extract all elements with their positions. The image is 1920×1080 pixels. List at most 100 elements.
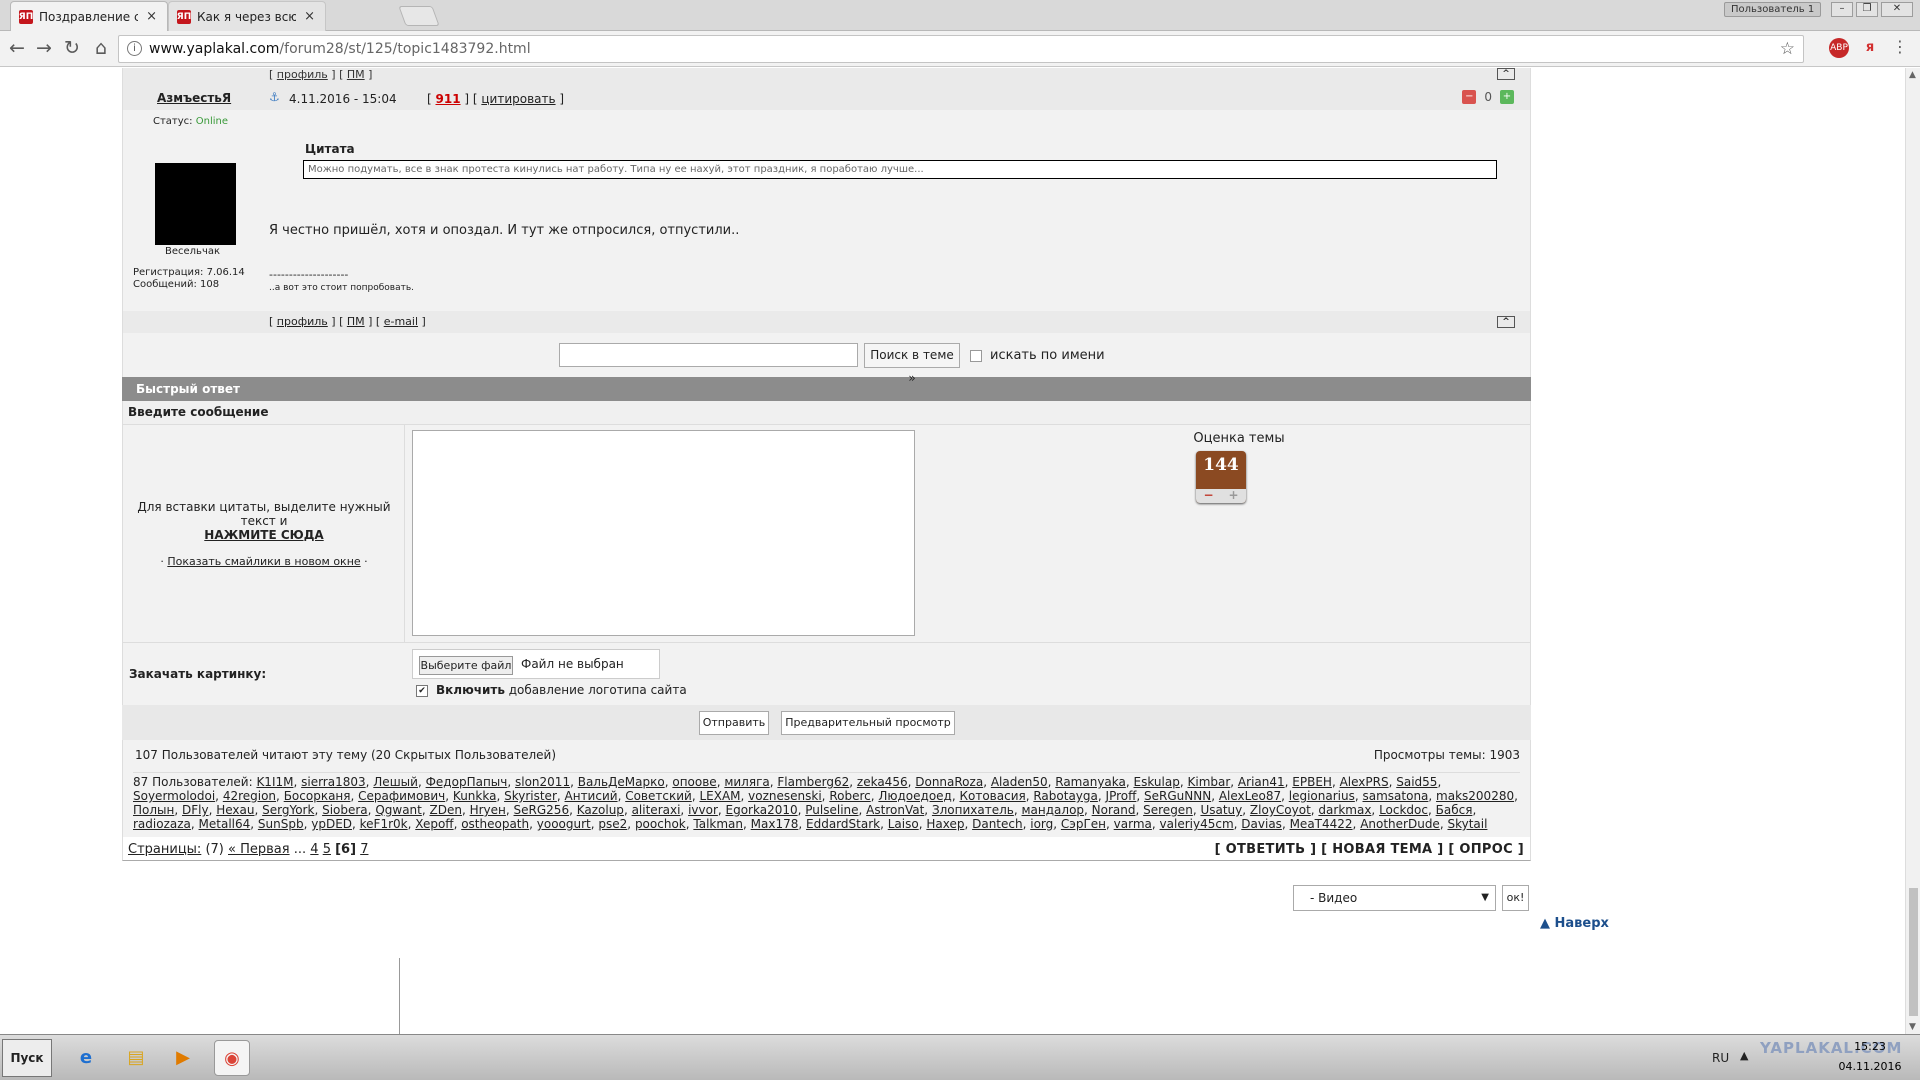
reader-user-link[interactable]: pse2 xyxy=(598,817,627,831)
reader-user-link[interactable]: AlexLeo87 xyxy=(1219,789,1281,803)
reader-user-link[interactable]: SeRGuNNN xyxy=(1144,789,1211,803)
reader-user-link[interactable]: Лешый xyxy=(373,775,418,789)
yandex-extension-icon[interactable]: я xyxy=(1860,38,1880,58)
reader-user-link[interactable]: Hexau xyxy=(216,803,254,817)
last-page-link[interactable]: 7 xyxy=(360,842,368,857)
reader-user-link[interactable]: Dantech xyxy=(972,817,1023,831)
back-to-top-link[interactable]: ▲ Наверх xyxy=(1540,916,1609,931)
reader-user-link[interactable]: SergYork xyxy=(262,803,314,817)
page-scrollbar[interactable]: ▲ ▼ xyxy=(1905,68,1920,1034)
menu-icon[interactable]: ⋮ xyxy=(1890,38,1910,58)
reader-user-link[interactable]: Котовасия xyxy=(959,789,1025,803)
profile-link[interactable]: профиль xyxy=(277,68,328,81)
topic-actions[interactable]: [ ОТВЕТИТЬ ] [ НОВАЯ ТЕМА ] [ ОПРОС ] xyxy=(1215,842,1524,857)
reader-user-link[interactable]: ostheopath xyxy=(461,817,529,831)
minimize-icon[interactable]: – xyxy=(1831,2,1853,17)
reader-user-link[interactable]: Rabotayga xyxy=(1033,789,1098,803)
show-smilies-link[interactable]: Показать смайлики в новом окне xyxy=(167,555,360,568)
reader-user-link[interactable]: slon2011 xyxy=(515,775,570,789)
reader-user-link[interactable]: yooogurt xyxy=(537,817,591,831)
reader-user-link[interactable]: Haxep xyxy=(926,817,964,831)
reader-user-link[interactable]: Kunkka xyxy=(453,789,497,803)
tab-active[interactable]: ЯП Поздравление с Днем нар × xyxy=(10,1,168,31)
reader-user-link[interactable]: AstronVat xyxy=(866,803,924,817)
reader-user-link[interactable]: Norand xyxy=(1092,803,1136,817)
reader-user-link[interactable]: Xepoff xyxy=(415,817,453,831)
reader-user-link[interactable]: Aladen50 xyxy=(991,775,1048,789)
media-player-icon[interactable]: ▶ xyxy=(165,1040,201,1076)
maximize-icon[interactable]: ❐ xyxy=(1856,2,1878,17)
home-icon[interactable]: ⌂ xyxy=(89,37,113,61)
reader-user-link[interactable]: SeRG256 xyxy=(514,803,570,817)
reader-user-link[interactable]: Flamberg62 xyxy=(777,775,849,789)
reader-user-link[interactable]: DonnaRoza xyxy=(915,775,983,789)
tab-inactive[interactable]: ЯП Как я через всю страну е × xyxy=(168,1,326,31)
reader-user-link[interactable]: опоовe xyxy=(672,775,716,789)
internet-explorer-icon[interactable]: e xyxy=(68,1040,104,1076)
reader-user-link[interactable]: Eskulap xyxy=(1134,775,1180,789)
rating-minus-icon[interactable]: − xyxy=(1196,489,1221,503)
reader-user-link[interactable]: SunSpb xyxy=(258,817,304,831)
reader-user-link[interactable]: Босорканя xyxy=(284,789,351,803)
reader-user-link[interactable]: Skytail xyxy=(1447,817,1487,831)
reader-user-link[interactable]: мандалор xyxy=(1022,803,1085,817)
reader-user-link[interactable]: Davias xyxy=(1241,817,1282,831)
window-close-icon[interactable]: ✕ xyxy=(1881,2,1913,17)
reader-user-link[interactable]: radiozaza xyxy=(133,817,191,831)
profile-link[interactable]: профиль xyxy=(277,315,328,328)
reader-user-link[interactable]: keF1r0k xyxy=(360,817,408,831)
add-logo-checkbox[interactable]: ✔ xyxy=(416,685,428,697)
back-icon[interactable]: ← xyxy=(5,37,29,61)
reader-user-link[interactable]: darkmax xyxy=(1318,803,1371,817)
reader-user-link[interactable]: Roberc xyxy=(829,789,870,803)
reader-user-link[interactable]: Бабся xyxy=(1436,803,1473,817)
reader-user-link[interactable]: Qgwant xyxy=(375,803,422,817)
message-textarea[interactable] xyxy=(412,430,915,636)
reader-user-link[interactable]: Egorka2010 xyxy=(726,803,798,817)
reader-user-link[interactable]: Metall64 xyxy=(199,817,251,831)
reader-user-link[interactable]: EPBEH xyxy=(1292,775,1332,789)
insert-quote-link[interactable]: НАЖМИТЕ СЮДА xyxy=(204,528,323,542)
reader-user-link[interactable]: Kimbar xyxy=(1187,775,1230,789)
reader-user-link[interactable]: Советский xyxy=(625,789,692,803)
reader-user-link[interactable]: Антисий xyxy=(565,789,618,803)
reader-user-link[interactable]: ivvor xyxy=(688,803,718,817)
reload-icon[interactable]: ↻ xyxy=(60,37,84,61)
reader-user-link[interactable]: Pulseline xyxy=(805,803,858,817)
post-number[interactable]: 911 xyxy=(436,92,461,106)
reader-user-link[interactable]: voznesenski xyxy=(748,789,822,803)
reader-user-link[interactable]: СэрГен xyxy=(1061,817,1106,831)
pm-link[interactable]: ПМ xyxy=(347,315,365,328)
reader-user-link[interactable]: MeaT4422 xyxy=(1290,817,1353,831)
scroll-up-icon[interactable]: ^ xyxy=(1497,68,1515,80)
reader-user-link[interactable]: poochok xyxy=(635,817,686,831)
scroll-down-arrow-icon[interactable]: ▼ xyxy=(1909,1022,1916,1032)
reader-user-link[interactable]: Злопихатель xyxy=(932,803,1014,817)
start-button[interactable]: Пуск xyxy=(2,1039,52,1077)
quote-link[interactable]: цитировать xyxy=(481,92,555,106)
bookmark-star-icon[interactable]: ☆ xyxy=(1780,36,1795,62)
reader-user-link[interactable]: Arian41 xyxy=(1238,775,1285,789)
reader-user-link[interactable]: EddardStark xyxy=(806,817,880,831)
reader-user-link[interactable]: valeriy45cm xyxy=(1160,817,1234,831)
tray-expand-icon[interactable]: ▲ xyxy=(1740,1049,1748,1062)
reader-user-link[interactable]: Lockdoc xyxy=(1379,803,1428,817)
language-indicator[interactable]: RU xyxy=(1712,1051,1729,1065)
email-link[interactable]: e-mail xyxy=(384,315,418,328)
reader-user-link[interactable]: Said55 xyxy=(1396,775,1437,789)
forum-jump-select[interactable]: - Видео ▼ xyxy=(1293,885,1496,911)
scroll-up-icon[interactable]: ^ xyxy=(1497,316,1515,328)
new-tab-button[interactable] xyxy=(398,6,440,26)
rep-plus-icon[interactable]: + xyxy=(1500,90,1514,104)
reader-user-link[interactable]: legionarius xyxy=(1289,789,1355,803)
scroll-thumb[interactable] xyxy=(1909,888,1918,1016)
reader-user-link[interactable]: K1I1M xyxy=(256,775,293,789)
reader-user-link[interactable]: Siobera xyxy=(322,803,368,817)
address-bar[interactable]: i www.yaplakal.com/forum28/st/125/topic1… xyxy=(118,35,1804,63)
file-explorer-icon[interactable]: ▤ xyxy=(118,1040,154,1076)
reader-user-link[interactable]: ВальДеМарко xyxy=(578,775,665,789)
topic-search-button[interactable]: Поиск в теме » xyxy=(864,343,960,385)
reader-user-link[interactable]: iorg xyxy=(1030,817,1053,831)
reader-user-link[interactable]: миляга xyxy=(724,775,769,789)
first-page-link[interactable]: « Первая xyxy=(228,842,290,857)
